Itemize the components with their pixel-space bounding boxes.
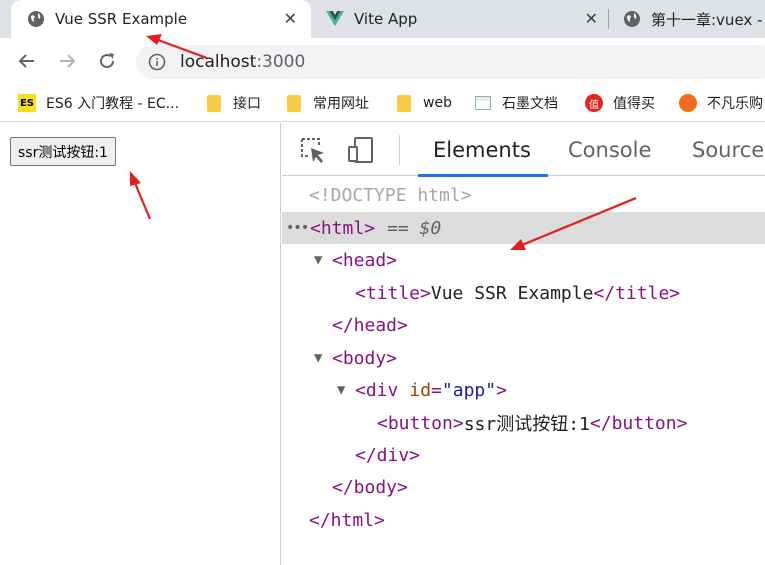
bookmark-folder-jiekou[interactable]: 接口 xyxy=(205,93,261,113)
body-open-tag: <body> xyxy=(332,347,398,369)
expand-triangle-icon[interactable]: ▼ xyxy=(314,350,332,366)
dom-title-line[interactable]: <title> Vue SSR Example </title> xyxy=(282,277,765,309)
dom-div-line[interactable]: ▼ <div id = "app" > xyxy=(282,374,765,406)
tab-title: 第十一章:vuex - xyxy=(651,10,763,29)
bookmark-bufanlegou[interactable]: 不凡乐购 xyxy=(679,93,763,113)
tab-vue-ssr-example[interactable]: Vue SSR Example ✕ xyxy=(11,0,311,38)
expand-triangle-icon[interactable]: ▼ xyxy=(337,382,355,398)
dom-html-close-line[interactable]: </html> xyxy=(282,504,765,536)
orange-circle-icon xyxy=(679,94,697,112)
ssr-test-button[interactable]: ssr测试按钮:1 xyxy=(10,137,116,166)
tab-title: Vue SSR Example xyxy=(55,10,188,28)
bookmark-label: 常用网址 xyxy=(313,96,369,112)
html-open-tag: <html> xyxy=(310,217,376,239)
back-button[interactable] xyxy=(14,48,40,74)
title-close-tag: </title> xyxy=(593,282,681,304)
dom-body-close-line[interactable]: </body> xyxy=(282,471,765,503)
bookmark-label: 接口 xyxy=(233,96,261,112)
bookmark-label: ES6 入门教程 - EC... xyxy=(46,96,180,112)
expand-triangle-icon[interactable]: ▼ xyxy=(314,252,332,268)
back-arrow-icon xyxy=(18,54,34,68)
head-open-tag: <head> xyxy=(332,249,398,271)
page-viewport: ssr测试按钮:1 xyxy=(0,123,281,565)
div-open-tag-start: <div xyxy=(355,379,399,401)
globe-icon xyxy=(623,10,641,28)
bookmark-label: web xyxy=(423,95,452,111)
div-close-tag: </div> xyxy=(355,444,421,466)
dom-head-line[interactable]: ▼ <head> xyxy=(282,244,765,276)
title-text: Vue SSR Example xyxy=(430,282,594,304)
forward-button[interactable] xyxy=(54,48,80,74)
tab-vuex-chapter[interactable]: 第十一章:vuex - xyxy=(623,0,765,38)
forward-arrow-icon xyxy=(60,54,76,68)
more-options-icon[interactable]: ••• xyxy=(286,220,310,236)
es-icon: ES xyxy=(18,94,36,112)
bookmark-label: 不凡乐购 xyxy=(707,96,763,112)
devtools-toolbar: Elements Console Sources xyxy=(282,123,765,177)
browser-toolbar: localhost:3000 xyxy=(0,38,765,84)
es-icon-badge: ES xyxy=(18,94,36,112)
toolbar-divider xyxy=(399,135,400,165)
head-close-tag: </head> xyxy=(332,314,408,336)
dom-div-close-line[interactable]: </div> xyxy=(282,439,765,471)
button-open-tag: <button> xyxy=(377,412,464,434)
button-text: ssr测试按钮:1 xyxy=(463,414,590,435)
url-port: :3000 xyxy=(256,52,306,72)
dom-button-line[interactable]: <button> ssr测试按钮:1 </button> xyxy=(282,407,765,439)
body-close-tag: </body> xyxy=(332,476,408,498)
tab-title: Vite App xyxy=(354,10,418,28)
div-attr-value: "app" xyxy=(441,379,497,401)
devtools-panel: Elements Console Sources <!DOCTYPE html>… xyxy=(282,123,765,565)
dom-tree: <!DOCTYPE html> ••• <html> == $0 ▼ <head… xyxy=(282,177,765,565)
div-attr-name: id xyxy=(409,379,432,401)
bookmark-folder-changyong[interactable]: 常用网址 xyxy=(285,93,369,113)
reload-button[interactable] xyxy=(94,48,120,74)
inspect-element-icon[interactable] xyxy=(298,135,328,165)
bookmark-zhidemai[interactable]: 值 值得买 xyxy=(585,93,655,113)
reload-icon xyxy=(100,53,115,69)
tab-separator xyxy=(608,9,609,29)
folder-icon xyxy=(205,94,223,112)
bookmark-label: 石墨文档 xyxy=(502,96,558,112)
url-text: localhost:3000 xyxy=(180,52,305,72)
url-host: localhost xyxy=(180,52,257,72)
title-open-tag: <title> xyxy=(355,282,431,304)
red-circle-icon: 值 xyxy=(585,94,603,112)
globe-icon xyxy=(27,10,45,28)
bookmark-label: 值得买 xyxy=(613,96,655,112)
doctype-text: <!DOCTYPE html> xyxy=(309,184,472,206)
tab-strip: Vue SSR Example ✕ Vite App ✕ 第十一章:vuex - xyxy=(0,0,765,38)
address-bar[interactable]: localhost:3000 xyxy=(136,45,765,79)
selected-marker: == $0 xyxy=(387,217,442,239)
tab-elements[interactable]: Elements xyxy=(418,123,548,177)
vue-icon xyxy=(326,10,344,28)
device-toolbar-icon[interactable] xyxy=(346,135,376,165)
close-tab-icon[interactable]: ✕ xyxy=(284,10,297,28)
dom-html-line[interactable]: ••• <html> == $0 xyxy=(282,212,765,244)
bookmark-folder-web[interactable]: web xyxy=(395,93,452,113)
dom-doctype-line[interactable]: <!DOCTYPE html> xyxy=(282,179,765,211)
info-icon[interactable] xyxy=(148,53,166,71)
dom-body-line[interactable]: ▼ <body> xyxy=(282,342,765,374)
bookmark-shimo[interactable]: 石墨文档 xyxy=(474,93,558,113)
close-tab-icon[interactable]: ✕ xyxy=(585,10,598,28)
button-close-tag: </button> xyxy=(589,412,688,434)
folder-icon xyxy=(285,94,303,112)
bookmarks-bar: ES ES6 入门教程 - EC... 接口 常用网址 web 石墨文档 值 值… xyxy=(0,84,765,122)
dom-head-close-line[interactable]: </head> xyxy=(282,309,765,341)
tab-vite-app[interactable]: Vite App ✕ xyxy=(326,0,608,38)
html-close-tag: </html> xyxy=(309,509,385,531)
bookmark-es6[interactable]: ES ES6 入门教程 - EC... xyxy=(18,93,179,113)
red-circle-badge: 值 xyxy=(585,94,603,112)
div-open-tag-end: > xyxy=(496,379,507,401)
tab-sources[interactable]: Sources xyxy=(692,123,765,176)
folder-icon xyxy=(395,94,413,112)
tab-console[interactable]: Console xyxy=(568,123,651,176)
document-icon xyxy=(474,94,492,112)
